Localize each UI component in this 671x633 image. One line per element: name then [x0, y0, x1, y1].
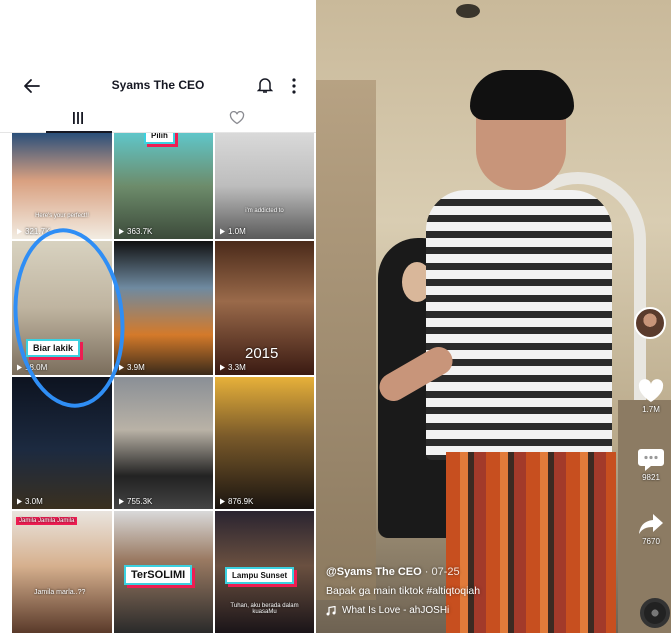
tile-tag: TerSOLIMI [124, 565, 193, 585]
videos-grid-icon [73, 112, 83, 124]
play-icon [220, 498, 225, 505]
view-count: 876.9K [219, 497, 253, 506]
tile-tag: Pilih [144, 133, 175, 144]
share-button[interactable]: 7670 [636, 512, 666, 546]
tile-subcaption: Jamila marla..?? [34, 589, 86, 596]
video-description: Bapak ga main tiktok #altiqtoqiah [326, 585, 481, 597]
share-icon [639, 514, 663, 534]
heart-icon [638, 379, 664, 402]
man-shirt [426, 190, 612, 460]
comment-count: 9821 [642, 473, 660, 482]
like-count: 1.7M [642, 405, 660, 414]
play-icon [220, 228, 225, 235]
view-count: 3.3M [219, 363, 246, 372]
post-date: · 07-25 [424, 566, 460, 578]
play-icon [17, 498, 22, 505]
video-tile[interactable]: Lampu Sunset Tuhan, aku berada dalam kua… [215, 511, 314, 633]
bell-icon[interactable] [257, 76, 273, 94]
video-player[interactable]: 1.7M 9821 7670 @Syams The CEO · 07-25 Ba… [316, 0, 671, 633]
view-count: 1.0M [219, 227, 246, 236]
view-count-text: 3.9M [127, 363, 145, 372]
share-count: 7670 [642, 537, 660, 546]
play-icon [17, 228, 22, 235]
view-count-text: 3.3M [228, 363, 246, 372]
view-count: 3.0M [16, 497, 43, 506]
comment-button[interactable]: 9821 [636, 446, 666, 482]
tile-caption: 2015 [245, 345, 279, 362]
like-button[interactable]: 1.7M [636, 378, 666, 414]
view-count-text: 3.0M [25, 497, 43, 506]
tile-tag: Lampu Sunset [225, 567, 295, 584]
video-tile[interactable]: Jamila Jamila Jamila Jamila marla..?? [12, 511, 112, 633]
music-disc[interactable] [640, 598, 670, 628]
tab-videos[interactable] [0, 106, 158, 133]
view-count-text: 755.3K [127, 497, 153, 506]
profile-header: Syams The CEO [0, 70, 316, 104]
play-icon [220, 364, 225, 371]
liked-icon [229, 111, 245, 125]
play-icon [17, 364, 22, 371]
background-door [316, 80, 376, 600]
creator-handle[interactable]: @Syams The CEO [326, 566, 422, 578]
ceiling-light [456, 4, 480, 18]
creator-avatar[interactable] [634, 307, 666, 339]
tile-caption: Jamila Jamila Jamila [16, 517, 78, 525]
view-count: 363.7K [118, 227, 152, 236]
comment-icon [638, 449, 664, 471]
video-tile[interactable]: TerSOLIMI [114, 511, 213, 633]
man-hair [470, 70, 574, 120]
video-tile[interactable]: 755.3K [114, 377, 213, 509]
music-title: What Is Love - ahJOSHi [342, 605, 450, 616]
play-icon [119, 498, 124, 505]
more-options-icon[interactable] [286, 76, 302, 96]
play-icon [119, 228, 124, 235]
view-count-text: 876.9K [228, 497, 254, 506]
tile-caption: Tuhan, aku berada dalam kuasaMu [230, 603, 299, 615]
video-tile[interactable]: i'm addicted to 1.0M [215, 133, 314, 239]
creator-handle-line[interactable]: @Syams The CEO · 07-25 [326, 566, 626, 578]
video-tile[interactable]: Here's your perfect!! 321.7K [12, 133, 112, 239]
video-tile[interactable]: Pilih 363.7K [114, 133, 213, 239]
profile-panel: Syams The CEO Here's your perfect!! 321.… [0, 0, 316, 633]
music-note-icon [326, 605, 336, 615]
view-count-text: 1.0M [228, 227, 246, 236]
tab-liked[interactable] [158, 106, 316, 132]
view-count: 755.3K [118, 497, 152, 506]
video-tile[interactable]: 2015 3.3M [215, 241, 314, 375]
video-tile[interactable]: 876.9K [215, 377, 314, 509]
video-tile[interactable]: 3.9M [114, 241, 213, 375]
view-count: 3.9M [118, 363, 145, 372]
video-grid: Here's your perfect!! 321.7K Pilih 363.7… [4, 133, 314, 633]
profile-tabs [0, 106, 316, 133]
music-line[interactable]: What Is Love - ahJOSHi [326, 605, 626, 616]
tile-caption: Here's your perfect!! [35, 213, 89, 219]
view-count-text: 363.7K [127, 227, 153, 236]
video-info: @Syams The CEO · 07-25 Bapak ga main tik… [326, 566, 626, 616]
tile-caption: i'm addicted to [245, 208, 284, 214]
